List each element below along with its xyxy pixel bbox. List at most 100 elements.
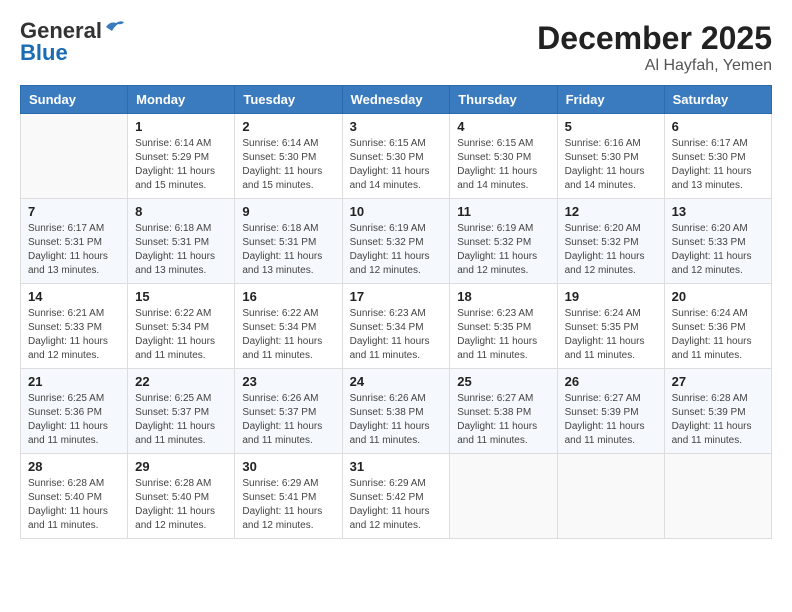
day-info: Sunrise: 6:26 AMSunset: 5:37 PMDaylight:… xyxy=(242,392,334,448)
table-row: 14 Sunrise: 6:21 AMSunset: 5:33 PMDayligh… xyxy=(21,284,128,369)
day-info: Sunrise: 6:14 AMSunset: 5:30 PMDaylight:… xyxy=(242,137,334,193)
day-number: 15 xyxy=(135,289,227,304)
table-row: 1 Sunrise: 6:14 AMSunset: 5:29 PMDaylight… xyxy=(128,114,235,199)
day-info: Sunrise: 6:24 AMSunset: 5:35 PMDaylight:… xyxy=(565,307,657,363)
day-number: 1 xyxy=(135,119,227,134)
table-row: 13 Sunrise: 6:20 AMSunset: 5:33 PMDayligh… xyxy=(664,199,771,284)
day-number: 27 xyxy=(672,374,764,389)
day-info: Sunrise: 6:28 AMSunset: 5:39 PMDaylight:… xyxy=(672,392,764,448)
table-row xyxy=(21,114,128,199)
day-info: Sunrise: 6:19 AMSunset: 5:32 PMDaylight:… xyxy=(457,222,549,278)
table-row: 23 Sunrise: 6:26 AMSunset: 5:37 PMDayligh… xyxy=(235,369,342,454)
table-row xyxy=(557,454,664,539)
calendar-week-4: 21 Sunrise: 6:25 AMSunset: 5:36 PMDayligh… xyxy=(21,369,772,454)
table-row: 6 Sunrise: 6:17 AMSunset: 5:30 PMDaylight… xyxy=(664,114,771,199)
day-number: 18 xyxy=(457,289,549,304)
table-row: 4Sunrise: 6:15 AMSunset: 5:30 PMDaylight… xyxy=(450,114,557,199)
day-number: 16 xyxy=(242,289,334,304)
day-number: 17 xyxy=(350,289,443,304)
day-number: 26 xyxy=(565,374,657,389)
day-info: Sunrise: 6:17 AMSunset: 5:30 PMDaylight:… xyxy=(672,137,764,193)
title-section: December 2025 Al Hayfah, Yemen xyxy=(537,20,772,75)
table-row: 30 Sunrise: 6:29 AMSunset: 5:41 PMDayligh… xyxy=(235,454,342,539)
header-saturday: Saturday xyxy=(664,86,771,114)
day-info: Sunrise: 6:26 AMSunset: 5:38 PMDaylight:… xyxy=(350,392,443,448)
calendar-week-5: 28 Sunrise: 6:28 AMSunset: 5:40 PMDayligh… xyxy=(21,454,772,539)
header-friday: Friday xyxy=(557,86,664,114)
day-info: Sunrise: 6:15 AMSunset: 5:30 PMDaylight:… xyxy=(350,137,443,193)
logo-blue: Blue xyxy=(20,42,68,64)
day-info: Sunrise: 6:18 AMSunset: 5:31 PMDaylight:… xyxy=(135,222,227,278)
day-info: Sunrise: 6:17 AMSunset: 5:31 PMDaylight:… xyxy=(28,222,120,278)
day-number: 31 xyxy=(350,459,443,474)
logo-bird-icon xyxy=(104,19,126,35)
day-info: Sunrise: 6:20 AMSunset: 5:33 PMDaylight:… xyxy=(672,222,764,278)
day-info: Sunrise: 6:22 AMSunset: 5:34 PMDaylight:… xyxy=(135,307,227,363)
day-info: Sunrise: 6:28 AMSunset: 5:40 PMDaylight:… xyxy=(28,477,120,533)
day-info: Sunrise: 6:29 AMSunset: 5:41 PMDaylight:… xyxy=(242,477,334,533)
day-number: 14 xyxy=(28,289,120,304)
table-row: 19 Sunrise: 6:24 AMSunset: 5:35 PMDayligh… xyxy=(557,284,664,369)
day-number: 5 xyxy=(565,119,657,134)
calendar-week-3: 14 Sunrise: 6:21 AMSunset: 5:33 PMDayligh… xyxy=(21,284,772,369)
day-number: 2 xyxy=(242,119,334,134)
calendar-week-1: 1 Sunrise: 6:14 AMSunset: 5:29 PMDaylight… xyxy=(21,114,772,199)
day-info: Sunrise: 6:14 AMSunset: 5:29 PMDaylight:… xyxy=(135,137,227,193)
table-row: 27 Sunrise: 6:28 AMSunset: 5:39 PMDayligh… xyxy=(664,369,771,454)
table-row: 31 Sunrise: 6:29 AMSunset: 5:42 PMDayligh… xyxy=(342,454,450,539)
day-number: 19 xyxy=(565,289,657,304)
header-wednesday: Wednesday xyxy=(342,86,450,114)
day-number: 24 xyxy=(350,374,443,389)
day-number: 23 xyxy=(242,374,334,389)
day-info: Sunrise: 6:25 AMSunset: 5:37 PMDaylight:… xyxy=(135,392,227,448)
table-row: 18 Sunrise: 6:23 AMSunset: 5:35 PMDayligh… xyxy=(450,284,557,369)
table-row: 12 Sunrise: 6:20 AMSunset: 5:32 PMDayligh… xyxy=(557,199,664,284)
table-row: 21 Sunrise: 6:25 AMSunset: 5:36 PMDayligh… xyxy=(21,369,128,454)
day-info: Sunrise: 6:25 AMSunset: 5:36 PMDaylight:… xyxy=(28,392,120,448)
day-number: 29 xyxy=(135,459,227,474)
location-title: Al Hayfah, Yemen xyxy=(537,57,772,75)
table-row: 29 Sunrise: 6:28 AMSunset: 5:40 PMDayligh… xyxy=(128,454,235,539)
table-row: 25Sunrise: 6:27 AMSunset: 5:38 PMDayligh… xyxy=(450,369,557,454)
day-info: Sunrise: 6:16 AMSunset: 5:30 PMDaylight:… xyxy=(565,137,657,193)
header-tuesday: Tuesday xyxy=(235,86,342,114)
day-info: Sunrise: 6:27 AMSunset: 5:38 PMDaylight:… xyxy=(457,392,549,448)
table-row: 17Sunrise: 6:23 AMSunset: 5:34 PMDayligh… xyxy=(342,284,450,369)
table-row: 15 Sunrise: 6:22 AMSunset: 5:34 PMDayligh… xyxy=(128,284,235,369)
day-info: Sunrise: 6:24 AMSunset: 5:36 PMDaylight:… xyxy=(672,307,764,363)
table-row xyxy=(664,454,771,539)
day-number: 8 xyxy=(135,204,227,219)
table-row: 22Sunrise: 6:25 AMSunset: 5:37 PMDayligh… xyxy=(128,369,235,454)
table-row: 28 Sunrise: 6:28 AMSunset: 5:40 PMDayligh… xyxy=(21,454,128,539)
day-info: Sunrise: 6:23 AMSunset: 5:35 PMDaylight:… xyxy=(457,307,549,363)
table-row: 7Sunrise: 6:17 AMSunset: 5:31 PMDaylight… xyxy=(21,199,128,284)
table-row: 3Sunrise: 6:15 AMSunset: 5:30 PMDaylight… xyxy=(342,114,450,199)
day-number: 12 xyxy=(565,204,657,219)
day-info: Sunrise: 6:22 AMSunset: 5:34 PMDaylight:… xyxy=(242,307,334,363)
table-row: 2 Sunrise: 6:14 AMSunset: 5:30 PMDaylight… xyxy=(235,114,342,199)
day-number: 6 xyxy=(672,119,764,134)
header-sunday: Sunday xyxy=(21,86,128,114)
day-info: Sunrise: 6:19 AMSunset: 5:32 PMDaylight:… xyxy=(350,222,443,278)
day-number: 11 xyxy=(457,204,549,219)
day-number: 21 xyxy=(28,374,120,389)
logo: General Blue xyxy=(20,20,126,64)
header-monday: Monday xyxy=(128,86,235,114)
table-row xyxy=(450,454,557,539)
day-number: 20 xyxy=(672,289,764,304)
day-number: 30 xyxy=(242,459,334,474)
calendar-table: Sunday Monday Tuesday Wednesday Thursday… xyxy=(20,85,772,539)
day-number: 13 xyxy=(672,204,764,219)
calendar-header-row: Sunday Monday Tuesday Wednesday Thursday… xyxy=(21,86,772,114)
day-number: 10 xyxy=(350,204,443,219)
day-info: Sunrise: 6:15 AMSunset: 5:30 PMDaylight:… xyxy=(457,137,549,193)
day-info: Sunrise: 6:20 AMSunset: 5:32 PMDaylight:… xyxy=(565,222,657,278)
calendar-week-2: 7Sunrise: 6:17 AMSunset: 5:31 PMDaylight… xyxy=(21,199,772,284)
day-info: Sunrise: 6:21 AMSunset: 5:33 PMDaylight:… xyxy=(28,307,120,363)
month-title: December 2025 xyxy=(537,20,772,57)
day-info: Sunrise: 6:28 AMSunset: 5:40 PMDaylight:… xyxy=(135,477,227,533)
logo-text: General xyxy=(20,20,102,42)
day-info: Sunrise: 6:29 AMSunset: 5:42 PMDaylight:… xyxy=(350,477,443,533)
table-row: 9Sunrise: 6:18 AMSunset: 5:31 PMDaylight… xyxy=(235,199,342,284)
day-number: 28 xyxy=(28,459,120,474)
